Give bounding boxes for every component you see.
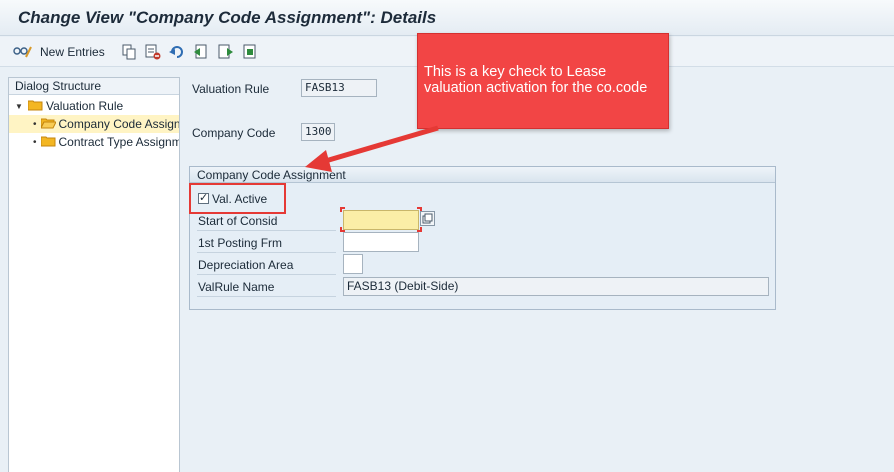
- valrule-name-field: FASB13 (Debit-Side): [343, 277, 769, 296]
- display-change-button[interactable]: New Entries: [12, 43, 105, 61]
- undo-button[interactable]: [169, 43, 185, 61]
- group-title: Company Code Assignment: [190, 167, 775, 183]
- required-marker: [340, 207, 345, 212]
- open-folder-icon: [39, 117, 57, 132]
- tree-item-label: Valuation Rule: [46, 99, 124, 113]
- export-button[interactable]: [193, 43, 209, 61]
- row-divider: [197, 274, 336, 275]
- tree-item-label: Company Code Assignment: [58, 117, 179, 131]
- annotation-text: This is a key check to Lease valuation a…: [424, 64, 648, 96]
- row-divider: [197, 230, 336, 231]
- company-code-label: Company Code: [192, 126, 276, 140]
- company-code-field: 1300: [301, 123, 335, 141]
- first-posting-input[interactable]: [343, 232, 419, 252]
- start-of-consid-input[interactable]: [343, 210, 419, 230]
- valuation-rule-label: Valuation Rule: [192, 82, 270, 96]
- import-button[interactable]: [218, 43, 234, 61]
- copy-icon: [122, 44, 136, 60]
- undo-icon: [169, 44, 185, 60]
- folder-icon: [40, 135, 56, 150]
- folder-icon: [27, 99, 43, 114]
- bullet-icon: •: [33, 118, 37, 130]
- copy-button[interactable]: [122, 43, 136, 61]
- tree-item-contract-type-assignment[interactable]: • Contract Type Assignment: [9, 133, 179, 151]
- glasses-pencil-icon: [12, 44, 32, 60]
- row-divider: [197, 296, 336, 297]
- title-bar: Change View "Company Code Assignment": D…: [0, 0, 894, 36]
- delete-button[interactable]: [145, 43, 161, 61]
- window-title: Change View "Company Code Assignment": D…: [18, 8, 437, 27]
- first-posting-label: 1st Posting Frm: [198, 236, 283, 250]
- export-icon: [193, 44, 209, 60]
- depreciation-area-input[interactable]: [343, 254, 363, 274]
- select-icon: [242, 44, 258, 60]
- import-icon: [218, 44, 234, 60]
- caret-down-icon[interactable]: ▼: [15, 102, 25, 111]
- select-button[interactable]: [242, 43, 258, 61]
- tree-item-label: Contract Type Assignment: [58, 135, 179, 149]
- depreciation-area-label: Depreciation Area: [198, 258, 294, 272]
- annotation-callout: This is a key check to Lease valuation a…: [417, 33, 669, 129]
- dialog-structure-panel: Dialog Structure ▼ Valuation Rule • Comp…: [8, 77, 180, 472]
- valuation-rule-field: FASB13: [301, 79, 377, 97]
- new-entries-button[interactable]: New Entries: [40, 45, 105, 59]
- start-of-consid-label: Start of Consid: [198, 214, 278, 228]
- row-divider: [197, 252, 336, 253]
- dialog-structure-header: Dialog Structure: [9, 78, 179, 95]
- bullet-icon: •: [33, 136, 37, 148]
- tree-item-valuation-rule[interactable]: ▼ Valuation Rule: [15, 97, 179, 115]
- highlight-rectangle: [189, 183, 286, 214]
- tree-item-company-code-assignment[interactable]: • Company Code Assignment: [9, 115, 179, 133]
- value-help-icon[interactable]: [420, 211, 435, 229]
- delete-icon: [145, 44, 161, 60]
- valrule-name-label: ValRule Name: [198, 280, 275, 294]
